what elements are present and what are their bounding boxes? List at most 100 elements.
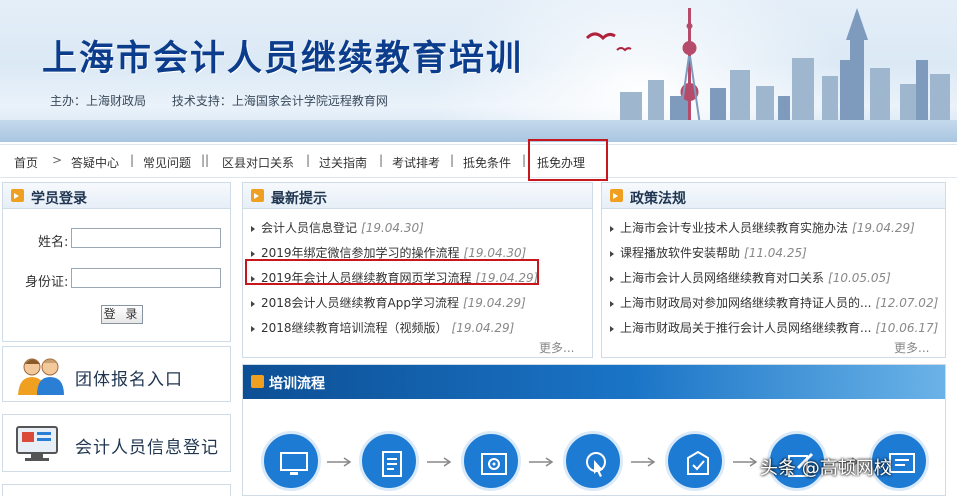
arrow-right-icon — [251, 300, 255, 307]
news-item-date: [19.04.30] — [463, 246, 527, 260]
policy-item-date: [10.06.17] — [875, 321, 939, 335]
monitor-icon[interactable] — [261, 431, 321, 491]
play-bullet-icon — [11, 189, 24, 202]
login-title: 学员登录 — [31, 191, 87, 207]
sponsor-text: 主办：上海财政局 — [50, 94, 147, 108]
arrow-right-icon — [610, 225, 614, 232]
nav-separator: > — [52, 153, 63, 167]
arrow-right-icon — [610, 300, 614, 307]
arrow-right-icon — [251, 325, 255, 332]
policy-panel: 政策法规 上海市会计专业技术人员继续教育实施办法 [19.04.29] 课程播放软… — [601, 182, 946, 358]
page: 上海市会计人员继续教育培训 主办：上海财政局 技术支持：上海国家会计学院远程教育… — [0, 0, 957, 496]
watermark-text: 头条 @高顿网校 — [760, 458, 892, 479]
banner-subtitle: 主办：上海财政局 技术支持：上海国家会计学院远程教育网 — [50, 92, 410, 109]
flow-arrow-icon — [529, 457, 554, 467]
policy-item[interactable]: 上海市财政局关于推行会计人员网络继续教育... [10.06.17] — [610, 319, 939, 344]
document-icon[interactable] — [359, 431, 419, 491]
news-item-date: [19.04.29] — [451, 321, 515, 335]
policy-item-title[interactable]: 上海市财政局关于推行会计人员网络继续教育... — [620, 321, 871, 335]
policy-list: 上海市会计专业技术人员继续教育实施办法 [19.04.29] 课程播放软件安装帮助… — [610, 219, 939, 344]
policy-title: 政策法规 — [630, 191, 686, 207]
policy-item[interactable]: 上海市会计人员网络继续教育对口关系 [10.05.05] — [610, 269, 939, 294]
policy-item[interactable]: 课程播放软件安装帮助 [11.04.25] — [610, 244, 939, 269]
nav-separator: | — [130, 153, 135, 167]
play-bullet-icon — [251, 189, 264, 202]
main-nav: 首页 > 答疑中心 | 常见问题 || 区县对口关系 | 过关指南 | 考试排考… — [0, 144, 957, 178]
policy-item-title[interactable]: 课程播放软件安装帮助 — [620, 246, 740, 260]
policy-panel-header: 政策法规 — [602, 183, 945, 209]
flow-arrow-icon — [427, 457, 452, 467]
news-item[interactable]: 会计人员信息登记 [19.04.30] — [251, 219, 586, 244]
news-item-date: [19.04.29] — [462, 296, 526, 310]
training-flow-title: 培训流程 — [269, 376, 325, 392]
nav-separator: | — [379, 153, 384, 167]
news-item-date: [19.04.30] — [361, 221, 424, 235]
nav-separator: | — [522, 153, 527, 167]
policy-item-date: [10.05.05] — [828, 271, 891, 285]
checklist-icon[interactable] — [665, 431, 725, 491]
arrow-right-icon — [251, 225, 255, 232]
additional-entry[interactable] — [2, 484, 231, 496]
click-icon[interactable] — [563, 431, 623, 491]
news-item[interactable]: 2018继续教育培训流程（视频版） [19.04.29] — [251, 319, 586, 344]
people-icon — [18, 358, 64, 395]
news-item-highlight-box — [245, 259, 539, 285]
group-registration-entry[interactable]: 团体报名入口 — [2, 346, 231, 402]
news-item[interactable]: 2018会计人员继续教育App学习流程 [19.04.29] — [251, 294, 586, 319]
arrow-right-icon — [251, 250, 255, 257]
login-button[interactable]: 登 录 — [101, 305, 143, 324]
policy-item-date: [12.07.02] — [875, 296, 939, 310]
policy-item-title[interactable]: 上海市财政局对参加网络继续教育持证人员的... — [620, 296, 871, 310]
tech-support-text: 技术支持：上海国家会计学院远程教育网 — [171, 94, 388, 108]
nav-highlight-box — [528, 139, 608, 181]
flow-arrow-icon — [327, 457, 352, 467]
info-registration-label: 会计人员信息登记 — [75, 438, 219, 458]
nav-waiver-conditions[interactable]: 抵免条件 — [463, 154, 511, 171]
news-title: 最新提示 — [271, 191, 327, 207]
arrow-right-icon — [610, 250, 614, 257]
flow-arrow-icon — [733, 457, 758, 467]
banner-water — [0, 120, 957, 142]
nav-district-relations[interactable]: 区县对口关系 — [222, 154, 294, 171]
birds-illustration — [585, 32, 632, 52]
login-panel: 学员登录 姓名: 身份证: 登 录 — [2, 182, 231, 342]
nav-separator: || — [201, 153, 210, 167]
training-flow-header: 培训流程 — [243, 365, 945, 399]
policy-item-title[interactable]: 上海市会计人员网络继续教育对口关系 — [620, 271, 824, 285]
nav-home[interactable]: 首页 — [14, 154, 38, 171]
policy-more-link[interactable]: 更多... — [894, 339, 929, 356]
news-item-title[interactable]: 2018继续教育培训流程（视频版） — [261, 321, 448, 335]
news-item-title[interactable]: 2018会计人员继续教育App学习流程 — [261, 296, 459, 310]
id-number-label: 身份证: — [25, 275, 69, 290]
computer-icon — [16, 426, 58, 461]
policy-item[interactable]: 上海市财政局对参加网络继续教育持证人员的... [12.07.02] — [610, 294, 939, 319]
disc-icon[interactable] — [461, 431, 521, 491]
policy-item-date: [11.04.25] — [744, 246, 807, 260]
nav-exam-schedule[interactable]: 考试排考 — [392, 154, 440, 171]
policy-item[interactable]: 上海市会计专业技术人员继续教育实施办法 [19.04.29] — [610, 219, 939, 244]
news-item-title[interactable]: 2019年绑定微信参加学习的操作流程 — [261, 246, 460, 260]
nav-pass-guide[interactable]: 过关指南 — [319, 154, 367, 171]
name-input[interactable] — [71, 228, 221, 248]
group-registration-label: 团体报名入口 — [75, 370, 183, 390]
site-title: 上海市会计人员继续教育培训 — [42, 38, 524, 79]
info-registration-entry[interactable]: 会计人员信息登记 — [2, 414, 231, 472]
flow-arrow-icon — [631, 457, 656, 467]
nav-separator: | — [306, 153, 311, 167]
login-panel-header: 学员登录 — [3, 183, 230, 209]
id-number-input[interactable] — [71, 268, 221, 288]
arrow-right-icon — [610, 275, 614, 282]
play-bullet-icon — [251, 375, 264, 388]
news-panel-header: 最新提示 — [243, 183, 592, 209]
nav-qa-center[interactable]: 答疑中心 — [71, 154, 119, 171]
policy-item-title[interactable]: 上海市会计专业技术人员继续教育实施办法 — [620, 221, 848, 235]
nav-separator: | — [450, 153, 455, 167]
news-more-link[interactable]: 更多... — [539, 339, 574, 356]
name-label: 姓名: — [38, 235, 69, 250]
banner: 上海市会计人员继续教育培训 主办：上海财政局 技术支持：上海国家会计学院远程教育… — [0, 0, 957, 142]
news-item-title[interactable]: 会计人员信息登记 — [261, 221, 357, 235]
arrow-right-icon — [610, 325, 614, 332]
policy-item-date: [19.04.29] — [852, 221, 915, 235]
play-bullet-icon — [610, 189, 623, 202]
nav-faq[interactable]: 常见问题 — [143, 154, 191, 171]
